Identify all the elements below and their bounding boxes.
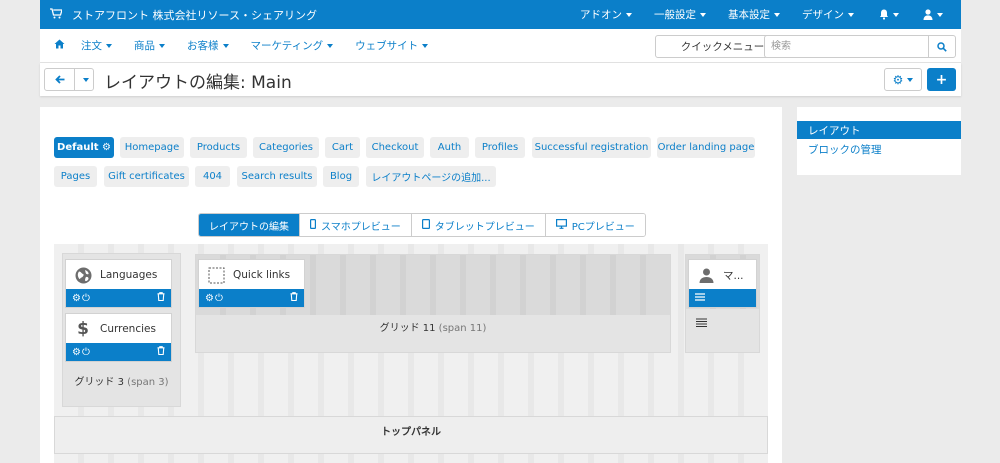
sidebar: レイアウト ブロックの管理 — [797, 107, 961, 175]
nav-products[interactable]: 商品 — [123, 38, 176, 53]
chevron-down-icon — [327, 44, 334, 48]
search-input[interactable] — [764, 35, 929, 58]
block-my-account[interactable]: マ... — [688, 259, 757, 308]
view-mode-switch: レイアウトの編集 スマホプレビュー タブレットプレビュー PCプレビュー — [198, 213, 646, 237]
plus-icon: + — [935, 71, 948, 88]
chevron-down-icon — [893, 12, 899, 17]
block-settings-icon[interactable]: ⚙ — [72, 293, 81, 304]
tab-cart[interactable]: Cart — [325, 137, 360, 158]
chevron-down-icon — [774, 12, 780, 17]
search-icon — [937, 41, 947, 52]
page-header: レイアウトの編集: Main ⚙ + — [40, 63, 961, 96]
chevron-down-icon — [159, 44, 165, 48]
main-panel: Default ⚙ Homepage Products Categories C… — [40, 107, 782, 463]
tab-search-results[interactable]: Search results — [237, 166, 317, 187]
dollar-icon: $ — [77, 319, 89, 339]
brand-label: ストアフロント 株式会社リソース・シェアリング — [72, 8, 317, 22]
settings-button[interactable]: ⚙ — [884, 68, 922, 91]
home-icon[interactable] — [40, 39, 70, 52]
chevron-down-icon — [937, 12, 943, 17]
bell-icon — [880, 9, 888, 20]
tab-homepage[interactable]: Homepage — [120, 137, 184, 158]
desktop-icon — [555, 218, 567, 232]
trash-icon[interactable] — [157, 346, 165, 358]
nav-marketing[interactable]: マーケティング — [240, 38, 345, 53]
main-nav: 注文 商品 お客様 マーケティング ウェブサイト クイックメニュー — [40, 29, 961, 63]
chevron-down-icon — [848, 12, 854, 17]
add-button[interactable]: + — [927, 68, 956, 91]
tab-404[interactable]: 404 — [195, 166, 230, 187]
chevron-down-icon — [907, 77, 914, 82]
tab-default[interactable]: Default ⚙ — [54, 137, 114, 158]
tab-blog[interactable]: Blog — [323, 166, 359, 187]
block-settings-icon[interactable]: ⚙ — [205, 293, 214, 304]
tab-successful-registration[interactable]: Successful registration — [532, 137, 651, 158]
menu-basic-settings[interactable]: 基本設定 — [717, 0, 791, 29]
top-bar: ストアフロント 株式会社リソース・シェアリング アドオン 一般設定 基本設定 デ… — [40, 0, 961, 29]
tab-auth[interactable]: Auth — [430, 137, 469, 158]
tab-pages[interactable]: Pages — [54, 166, 97, 187]
user-icon — [923, 9, 933, 20]
grid-left-name: グリッド 3 — [74, 377, 124, 388]
gear-icon: ⚙ — [102, 142, 111, 153]
add-layout-page-tab[interactable]: レイアウトページの追加... — [366, 166, 496, 187]
user-menu[interactable] — [913, 0, 961, 29]
mobile-icon — [310, 218, 317, 232]
grid-right-menu-icon[interactable] — [696, 317, 707, 330]
tab-categories[interactable]: Categories — [253, 137, 319, 158]
grid-left-span: (span 3) — [127, 377, 169, 388]
power-icon[interactable]: ⏻ — [82, 347, 90, 358]
dashed-square-icon — [207, 266, 225, 284]
cart-icon — [50, 7, 63, 22]
block-settings-icon[interactable]: ⚙ — [72, 347, 81, 358]
nav-orders[interactable]: 注文 — [70, 38, 123, 53]
tab-products[interactable]: Products — [190, 137, 247, 158]
tab-profiles[interactable]: Profiles — [475, 137, 525, 158]
mode-mobile-preview[interactable]: スマホプレビュー — [299, 214, 411, 236]
sidebar-item-block-manager[interactable]: ブロックの管理 — [797, 140, 961, 158]
page-title: レイアウトの編集: Main — [104, 73, 292, 93]
menu-design[interactable]: デザイン — [791, 0, 865, 29]
block-currencies[interactable]: $ Currencies ⚙ ⏻ — [65, 313, 172, 362]
globe-icon — [74, 266, 92, 284]
search-button[interactable] — [928, 35, 956, 58]
user-icon — [697, 266, 715, 284]
chevron-down-icon — [700, 12, 706, 17]
tab-checkout[interactable]: Checkout — [366, 137, 424, 158]
history-dropdown[interactable] — [75, 69, 93, 90]
menu-addons[interactable]: アドオン — [569, 0, 643, 29]
tab-order-landing-page[interactable]: Order landing page — [657, 137, 755, 158]
storefront-brand[interactable]: ストアフロント 株式会社リソース・シェアリング — [40, 7, 317, 23]
power-icon[interactable]: ⏻ — [215, 293, 223, 304]
notifications-menu[interactable] — [865, 0, 913, 29]
chevron-down-icon — [626, 12, 632, 17]
nav-website[interactable]: ウェブサイト — [344, 38, 439, 53]
chevron-down-icon — [83, 77, 89, 82]
top-panel[interactable]: トップパネル — [54, 416, 768, 454]
tab-gift-certificates[interactable]: Gift certificates — [104, 166, 189, 187]
nav-customers[interactable]: お客様 — [176, 38, 240, 53]
grid-center-name: グリッド 11 — [379, 323, 436, 334]
chevron-down-icon — [106, 44, 112, 48]
trash-icon[interactable] — [157, 292, 165, 304]
grid-center-span: (span 11) — [438, 323, 487, 334]
chevron-down-icon — [422, 44, 429, 48]
menu-general-settings[interactable]: 一般設定 — [643, 0, 717, 29]
back-button-group[interactable] — [44, 68, 94, 91]
mode-desktop-preview[interactable]: PCプレビュー — [544, 214, 645, 236]
arrow-left-icon[interactable] — [45, 69, 75, 90]
mode-tablet-preview[interactable]: タブレットプレビュー — [410, 214, 545, 236]
gear-icon: ⚙ — [892, 72, 904, 87]
block-languages[interactable]: Languages ⚙ ⏻ — [65, 259, 172, 308]
drag-handle-icon[interactable] — [695, 292, 705, 304]
mode-edit-layout[interactable]: レイアウトの編集 — [199, 214, 299, 236]
chevron-down-icon — [222, 44, 229, 48]
sidebar-item-layouts[interactable]: レイアウト — [797, 121, 961, 139]
power-icon[interactable]: ⏻ — [82, 293, 90, 304]
tablet-icon — [421, 218, 430, 232]
block-quick-links[interactable]: Quick links ⚙ ⏻ — [198, 259, 305, 308]
trash-icon[interactable] — [290, 292, 298, 304]
